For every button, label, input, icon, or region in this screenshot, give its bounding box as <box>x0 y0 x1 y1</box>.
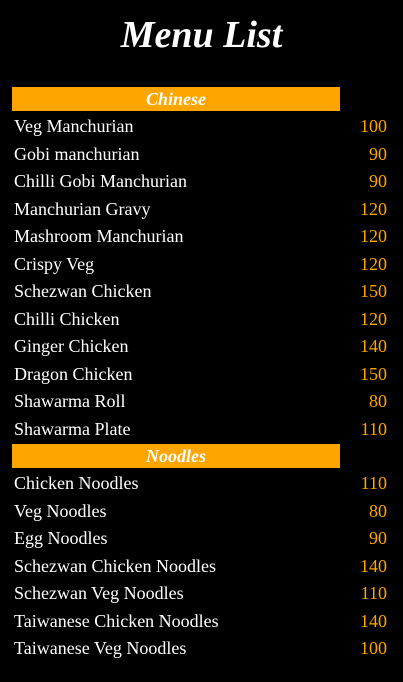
menu-item: Schezwan Chicken Noodles 140 <box>14 553 387 581</box>
item-name: Veg Noodles <box>14 500 107 521</box>
item-price: 100 <box>360 638 387 658</box>
item-price: 90 <box>369 143 387 164</box>
page-title: Menu List <box>120 14 283 56</box>
item-price: 140 <box>360 336 387 356</box>
item-name: Schezwan Chicken Noodles <box>14 555 216 576</box>
section-list-chinese: Veg Manchurian 100 Gobi manchurian 90 Chil… <box>14 113 387 443</box>
menu-item: Veg Manchurian 100 <box>14 113 387 141</box>
item-price: 120 <box>360 308 387 329</box>
item-name: Chilli Chicken <box>14 308 120 329</box>
item-price: 120 <box>360 226 387 246</box>
item-name: Veg Manchurian <box>14 116 134 136</box>
menu-item: Egg Noodles 90 <box>14 525 387 553</box>
item-price: 120 <box>360 198 387 219</box>
item-name: Dragon Chicken <box>14 363 133 384</box>
item-name: Taiwanese Chicken Noodles <box>14 610 219 631</box>
item-name: Schezwan Veg Noodles <box>14 583 184 603</box>
item-price: 140 <box>360 610 387 631</box>
menu-item: Veg Noodles 80 <box>14 498 387 526</box>
menu-item: Chilli Gobi Manchurian 90 <box>14 168 387 196</box>
item-name: Shawarma Roll <box>14 391 126 411</box>
menu-item: Taiwanese Veg Noodles 100 <box>14 635 387 663</box>
item-price: 90 <box>369 171 387 191</box>
menu-item: Mashroom Manchurian 120 <box>14 223 387 251</box>
menu-item: Schezwan Veg Noodles 110 <box>14 580 387 608</box>
menu-item: Chilli Chicken 120 <box>14 306 387 334</box>
item-name: Chilli Gobi Manchurian <box>14 171 187 191</box>
section-list-noodles: Chicken Noodles 110 Veg Noodles 80 Egg Noo… <box>14 470 387 663</box>
menu-item: Gobi manchurian 90 <box>14 141 387 169</box>
menu-item: Schezwan Chicken 150 <box>14 278 387 306</box>
item-price: 100 <box>360 116 387 136</box>
menu-item: Shawarma Roll 80 <box>14 388 387 416</box>
item-name: Taiwanese Veg Noodles <box>14 638 187 658</box>
item-price: 150 <box>360 363 387 384</box>
menu-item: Manchurian Gravy 120 <box>14 196 387 224</box>
menu-item: Ginger Chicken 140 <box>14 333 387 361</box>
menu-item: Shawarma Plate 110 <box>14 416 387 444</box>
item-name: Chicken Noodles <box>14 473 139 493</box>
menu-item: Taiwanese Chicken Noodles 140 <box>14 608 387 636</box>
menu-item: Chicken Noodles 110 <box>14 470 387 498</box>
item-price: 140 <box>360 555 387 576</box>
item-price: 110 <box>360 418 387 439</box>
section-header-chinese: Chinese <box>12 87 340 111</box>
item-price: 110 <box>360 473 387 493</box>
item-price: 150 <box>360 281 387 301</box>
menu-item: Dragon Chicken 150 <box>14 361 387 389</box>
item-name: Manchurian Gravy <box>14 198 151 219</box>
item-name: Gobi manchurian <box>14 143 140 164</box>
item-name: Mashroom Manchurian <box>14 226 184 246</box>
item-name: Schezwan Chicken <box>14 281 152 301</box>
item-name: Shawarma Plate <box>14 418 131 439</box>
item-price: 80 <box>369 391 387 411</box>
item-price: 120 <box>360 253 387 274</box>
item-name: Egg Noodles <box>14 528 108 548</box>
item-name: Ginger Chicken <box>14 336 129 356</box>
item-price: 80 <box>369 500 387 521</box>
item-name: Crispy Veg <box>14 253 95 274</box>
item-price: 90 <box>369 528 387 548</box>
section-header-noodles: Noodles <box>12 444 340 468</box>
menu-item: Crispy Veg 120 <box>14 251 387 279</box>
item-price: 110 <box>360 583 387 603</box>
